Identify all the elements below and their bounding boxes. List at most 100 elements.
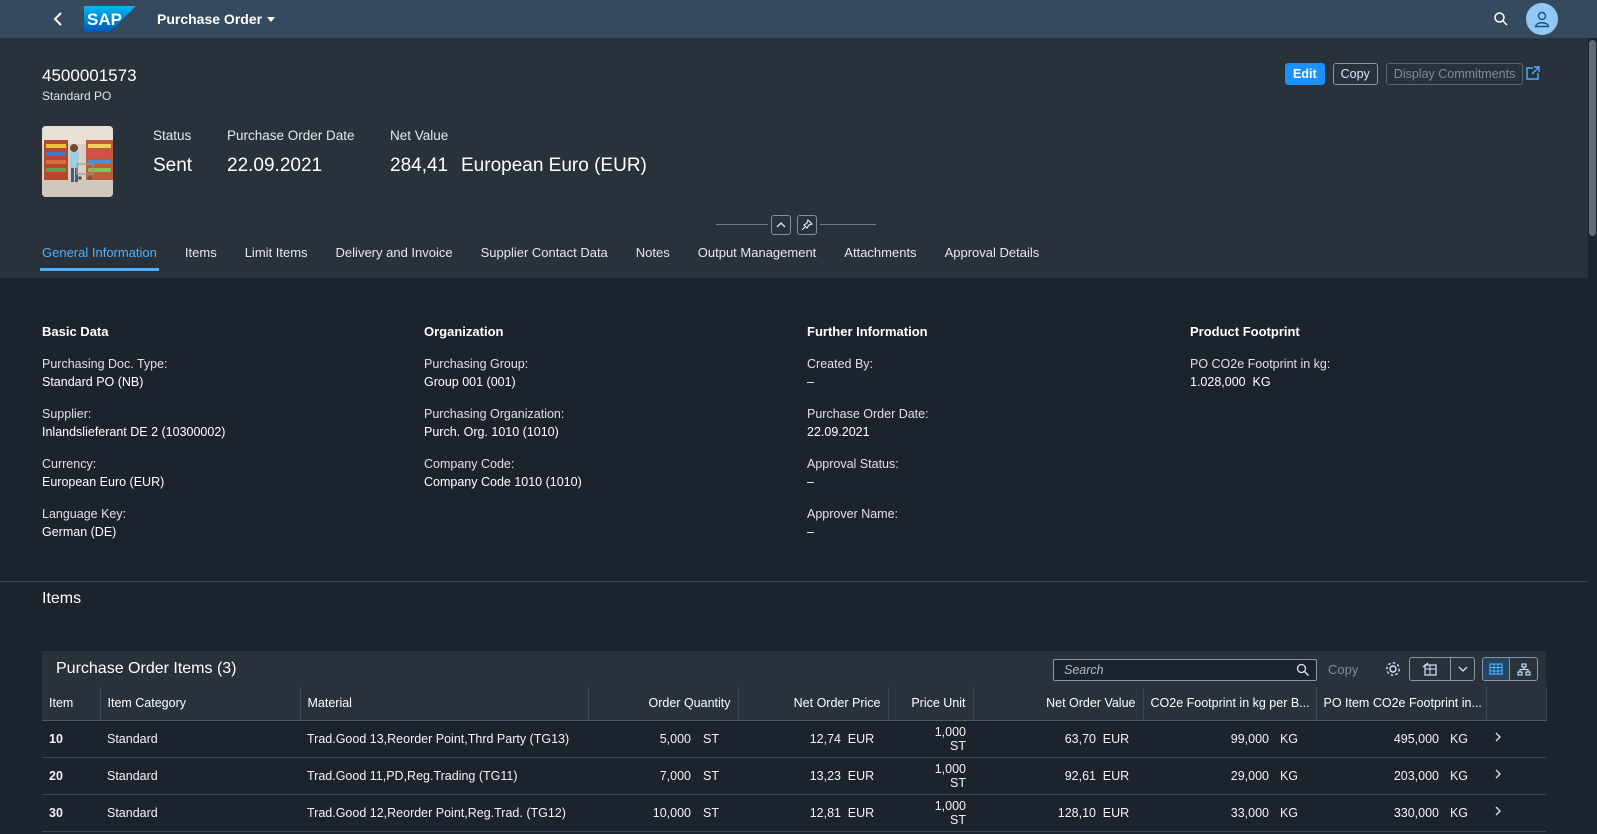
cell-navigation[interactable]	[1486, 720, 1546, 758]
table-row[interactable]: 10 Standard Trad.Good 13,Reorder Point,T…	[42, 720, 1546, 758]
object-header: 4500001573 Standard PO Status Sent Purch…	[0, 38, 1588, 278]
section-divider	[0, 581, 1588, 582]
collapse-header-button[interactable]	[771, 215, 791, 235]
export-menu-button[interactable]	[1450, 658, 1474, 680]
tab-supplier-contact-data[interactable]: Supplier Contact Data	[481, 243, 608, 269]
search-icon[interactable]	[1296, 663, 1310, 677]
po-date-label: Purchase Order Date	[227, 128, 355, 143]
column-header-net-order-value[interactable]: Net Order Value	[973, 687, 1144, 721]
cell-co2e-per-unit: 29,000 KG	[1143, 757, 1316, 795]
field-label: Purchase Order Date:	[807, 407, 929, 421]
tab-notes[interactable]: Notes	[636, 243, 670, 269]
table-search-input[interactable]	[1054, 663, 1284, 677]
field-label: Currency:	[42, 457, 97, 471]
cell-net-order-price: 12,81 EUR	[738, 794, 888, 832]
column-header-navigation	[1486, 687, 1547, 721]
qty-value: 7,000	[659, 768, 691, 783]
co2e-item-unit: KG	[1449, 768, 1469, 783]
edit-button[interactable]: Edit	[1285, 63, 1325, 85]
column-header-price-unit[interactable]: Price Unit	[888, 687, 974, 721]
field-value: Group 001 (001)	[424, 375, 516, 389]
tab-limit-items[interactable]: Limit Items	[245, 243, 308, 269]
value-currency: EUR	[1102, 805, 1130, 820]
chevron-up-icon	[776, 222, 786, 228]
field-value: 1.028,000 KG	[1190, 375, 1271, 389]
cell-po-item-co2e: 330,000 KG	[1316, 794, 1486, 832]
field-company-code: Company Code: Company Code 1010 (1010)	[424, 456, 582, 492]
column-header-co2e-per-unit[interactable]: CO2e Footprint in kg per B...	[1143, 687, 1317, 721]
qty-unit: ST	[703, 805, 719, 820]
chevron-right-icon[interactable]	[1493, 805, 1503, 817]
field-purchase-order-date: Purchase Order Date: 22.09.2021	[807, 406, 929, 442]
field-approval-status: Approval Status: –	[807, 456, 929, 492]
cell-price-unit: 1,000 ST	[888, 720, 973, 758]
price-unit-uom: ST	[950, 738, 966, 753]
field-label: Approver Name:	[807, 507, 899, 521]
scrollbar-thumb[interactable]	[1589, 40, 1596, 236]
field-label: Company Code:	[424, 457, 515, 471]
tab-output-management[interactable]: Output Management	[698, 243, 817, 269]
table-row[interactable]: 30 Standard Trad.Good 12,Reorder Point,R…	[42, 794, 1546, 832]
value-currency: EUR	[1102, 768, 1130, 783]
cell-material: Trad.Good 13,Reorder Point,Thrd Party (T…	[300, 720, 588, 758]
cell-item-category: Standard	[100, 794, 300, 832]
price-value: 12,81	[809, 805, 841, 820]
cell-item: 30	[42, 794, 100, 832]
cell-navigation[interactable]	[1486, 757, 1546, 795]
field-value: Inlandslieferant DE 2 (10300002)	[42, 425, 226, 439]
tree-view-button[interactable]	[1510, 658, 1537, 680]
table-search-field[interactable]	[1053, 659, 1317, 681]
share-icon[interactable]	[1525, 65, 1541, 81]
field-label: Language Key:	[42, 507, 127, 521]
table-row[interactable]: 20 Standard Trad.Good 11,PD,Reg.Trading …	[42, 757, 1546, 795]
collapse-divider-right	[820, 224, 876, 225]
back-arrow-icon[interactable]	[50, 10, 68, 28]
pin-icon	[801, 219, 813, 231]
group-title: Product Footprint	[1190, 324, 1300, 339]
export-button[interactable]	[1410, 658, 1450, 680]
hierarchy-icon	[1516, 662, 1531, 676]
column-header-material[interactable]: Material	[300, 687, 589, 721]
field-purchasing-organization: Purchasing Organization: Purch. Org. 101…	[424, 406, 582, 442]
cell-net-order-value: 128,10 EUR	[973, 794, 1143, 832]
field-label: Supplier:	[42, 407, 92, 421]
price-value: 13,23	[809, 768, 841, 783]
app-title-menu[interactable]: Purchase Order	[157, 11, 276, 27]
user-avatar[interactable]	[1526, 3, 1558, 35]
chevron-right-icon[interactable]	[1493, 731, 1503, 743]
field-value: –	[807, 475, 814, 489]
chevron-right-icon[interactable]	[1493, 768, 1503, 780]
tab-delivery-and-invoice[interactable]: Delivery and Invoice	[336, 243, 453, 269]
field-label: Purchasing Group:	[424, 357, 529, 371]
price-unit-qty: 1,000	[934, 761, 966, 776]
column-header-po-item-co2e[interactable]: PO Item CO2e Footprint in...	[1316, 687, 1487, 721]
copy-button[interactable]: Copy	[1332, 63, 1378, 85]
header-collapse-bar	[716, 215, 876, 235]
tab-attachments[interactable]: Attachments	[844, 243, 916, 269]
column-header-order-quantity[interactable]: Order Quantity	[588, 687, 739, 721]
further-information-group: Further Information Created By: – Purcha…	[807, 324, 929, 556]
table-view-button[interactable]	[1483, 658, 1511, 680]
pin-header-button[interactable]	[797, 215, 817, 235]
cell-navigation[interactable]	[1486, 794, 1546, 832]
page-title: 4500001573	[42, 66, 137, 85]
value-amount: 128,10	[1057, 805, 1096, 820]
column-header-item[interactable]: Item	[42, 687, 101, 721]
tab-approval-details[interactable]: Approval Details	[945, 243, 1040, 269]
column-header-item-category[interactable]: Item Category	[100, 687, 301, 721]
search-icon[interactable]	[1493, 11, 1509, 27]
status-label: Status	[153, 128, 192, 143]
sap-logo[interactable]: SAP	[84, 6, 136, 32]
co2e-per-unit: KG	[1279, 731, 1299, 746]
svg-text:SAP: SAP	[87, 10, 122, 29]
tab-items[interactable]: Items	[185, 243, 217, 269]
tab-general-information[interactable]: General Information	[40, 243, 159, 271]
page-scrollbar[interactable]	[1588, 38, 1597, 834]
cell-net-order-value: 92,61 EUR	[973, 757, 1143, 795]
gear-icon[interactable]	[1384, 660, 1402, 678]
app-title: Purchase Order	[157, 11, 263, 27]
price-value: 12,74	[809, 731, 841, 746]
cell-net-order-value: 63,70 EUR	[973, 720, 1143, 758]
column-header-net-order-price[interactable]: Net Order Price	[738, 687, 889, 721]
qty-unit: ST	[703, 768, 719, 783]
